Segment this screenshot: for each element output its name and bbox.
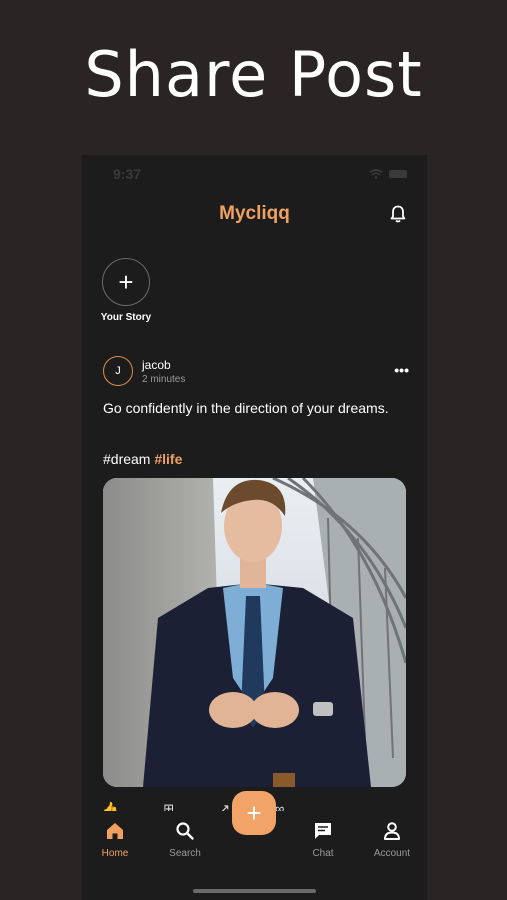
post-text: Go confidently in the direction of your … (103, 400, 389, 416)
nav-account[interactable]: Account (362, 821, 422, 859)
avatar[interactable]: J (103, 356, 133, 386)
nav-home[interactable]: Home (85, 821, 145, 859)
banner-title: Share Post (84, 38, 423, 111)
more-options-icon[interactable]: ••• (394, 362, 409, 378)
post-photo (103, 478, 406, 787)
hashtag-dream[interactable]: #dream (103, 451, 150, 467)
post-header: J jacob 2 minutes ••• (103, 354, 409, 388)
post-meta: jacob 2 minutes (142, 358, 185, 385)
bell-icon[interactable] (389, 204, 407, 224)
nav-account-label: Account (373, 848, 411, 859)
status-time: 9:37 (113, 166, 142, 182)
app-bar: Mycliqq (82, 199, 427, 229)
search-icon (176, 822, 194, 840)
account-icon (384, 822, 400, 840)
wifi-icon (369, 169, 383, 179)
battery-icon (389, 170, 407, 178)
chat-icon (315, 823, 331, 839)
create-post-button[interactable]: + (232, 791, 276, 835)
plus-icon: + (246, 798, 262, 828)
home-icon (107, 823, 123, 839)
nav-search-label: Search (169, 848, 201, 859)
plus-icon: + (118, 267, 134, 297)
post-time: 2 minutes (142, 373, 186, 385)
hashtag-life[interactable]: #life (154, 451, 182, 467)
phone-screen: 9:37 Mycliqq + Your Story J jacob 2 minu… (82, 155, 427, 900)
app-title: Mycliqq (219, 203, 290, 224)
home-indicator (193, 889, 316, 893)
post-author[interactable]: jacob (142, 358, 185, 372)
your-story[interactable]: + Your Story (98, 258, 154, 323)
nav-home-label: Home (101, 848, 129, 859)
nav-chat-label: Chat (312, 848, 334, 859)
bottom-nav: Home Search + Chat Account (82, 791, 427, 900)
status-icons (369, 169, 407, 179)
post-image[interactable] (103, 478, 406, 787)
story-label: Your Story (100, 312, 152, 323)
nav-chat[interactable]: Chat (293, 821, 353, 859)
nav-search[interactable]: Search (155, 821, 215, 859)
post-hashtags: #dream #life (103, 451, 182, 467)
add-story-button[interactable]: + (102, 258, 150, 306)
status-bar: 9:37 (82, 155, 427, 193)
